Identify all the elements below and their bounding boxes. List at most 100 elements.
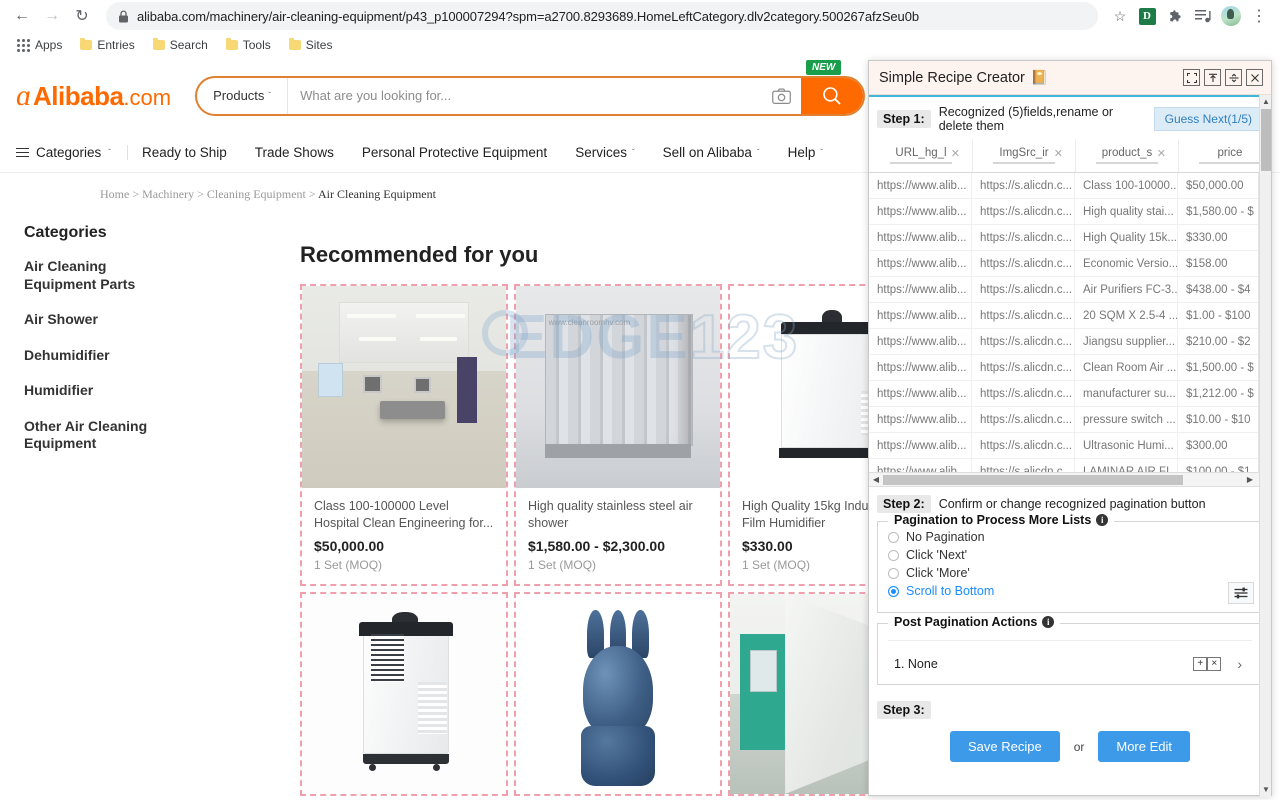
- playlist-icon[interactable]: [1190, 3, 1216, 29]
- table-row[interactable]: https://www.alib... https://s.alicdn.c...…: [869, 225, 1271, 251]
- remove-box-icon[interactable]: ×: [1207, 656, 1222, 671]
- delete-field-icon[interactable]: ✕: [951, 147, 960, 160]
- scroll-left-arrow-icon[interactable]: ◀: [869, 473, 883, 487]
- bookmark-apps[interactable]: Apps: [10, 35, 69, 55]
- breadcrumb-item-machinery[interactable]: Machinery: [142, 187, 194, 201]
- field-name-input-imgsrc[interactable]: [993, 147, 1055, 164]
- extension-d-icon[interactable]: D: [1134, 3, 1160, 29]
- pagination-option-no-pagination[interactable]: No Pagination: [888, 528, 1252, 546]
- field-name-input-price[interactable]: [1199, 147, 1261, 164]
- table-row[interactable]: https://www.alib... https://s.alicdn.c...…: [869, 459, 1271, 472]
- product-moq-label: (MOQ): [773, 558, 811, 572]
- sidebar-item-other-air-cleaning-equipment[interactable]: Other Air Cleaning Equipment: [24, 418, 174, 453]
- product-card[interactable]: www.cleanroomhv.com High quality stainle…: [514, 284, 722, 586]
- field-name-input-url[interactable]: [890, 147, 952, 164]
- split-resize-icon[interactable]: [1225, 69, 1242, 86]
- recognized-data-table[interactable]: https://www.alib... https://s.alicdn.c...…: [869, 173, 1271, 473]
- table-row[interactable]: https://www.alib... https://s.alicdn.c...…: [869, 355, 1271, 381]
- field-column-price[interactable]: [1179, 139, 1271, 172]
- scroll-down-arrow-icon[interactable]: ▼: [1260, 783, 1272, 797]
- post-actions-legend: Post Pagination Actions i: [888, 615, 1061, 629]
- table-row[interactable]: https://www.alib... https://s.alicdn.c...…: [869, 303, 1271, 329]
- bookmark-search[interactable]: Search: [146, 35, 215, 55]
- nav-item-services[interactable]: Services ˇ: [561, 145, 648, 160]
- field-name-input-product[interactable]: [1096, 147, 1158, 164]
- breadcrumb-item-home[interactable]: Home: [100, 187, 129, 201]
- bookmark-tools[interactable]: Tools: [219, 35, 278, 55]
- table-row[interactable]: https://www.alib... https://s.alicdn.c...…: [869, 199, 1271, 225]
- table-cell: High quality stai...: [1075, 199, 1178, 224]
- table-row[interactable]: https://www.alib... https://s.alicdn.c...…: [869, 329, 1271, 355]
- product-card[interactable]: [300, 592, 508, 796]
- product-card[interactable]: Class 100-100000 Level Hospital Clean En…: [300, 284, 508, 586]
- field-column-url[interactable]: ✕: [870, 139, 973, 172]
- close-icon[interactable]: [1246, 69, 1263, 86]
- pagination-option-click-next[interactable]: Click 'Next': [888, 546, 1252, 564]
- nav-item-ppe[interactable]: Personal Protective Equipment: [348, 145, 561, 160]
- info-icon[interactable]: i: [1042, 616, 1055, 628]
- table-horizontal-scrollbar[interactable]: ◀ ▶: [869, 473, 1271, 487]
- chevron-right-icon[interactable]: ›: [1237, 656, 1242, 672]
- camera-search-icon[interactable]: [761, 78, 801, 114]
- more-edit-button[interactable]: More Edit: [1098, 731, 1191, 762]
- sidebar-item-humidifier[interactable]: Humidifier: [24, 382, 174, 400]
- nav-item-trade-shows[interactable]: Trade Shows: [241, 145, 348, 160]
- table-row[interactable]: https://www.alib... https://s.alicdn.c...…: [869, 433, 1271, 459]
- info-icon[interactable]: i: [1096, 514, 1109, 526]
- search-button[interactable]: [801, 77, 864, 114]
- table-row[interactable]: https://www.alib... https://s.alicdn.c...…: [869, 407, 1271, 433]
- bookmark-entries[interactable]: Entries: [73, 35, 141, 55]
- nav-item-help[interactable]: Help ˇ: [774, 145, 837, 160]
- breadcrumb-item-cleaning-equipment[interactable]: Cleaning Equipment: [207, 187, 306, 201]
- pagination-option-scroll-to-bottom[interactable]: Scroll to Bottom: [888, 582, 1252, 600]
- pin-top-icon[interactable]: [1204, 69, 1221, 86]
- back-arrow-icon[interactable]: ←: [8, 2, 36, 30]
- table-row[interactable]: https://www.alib... https://s.alicdn.c...…: [869, 277, 1271, 303]
- table-cell: https://s.alicdn.c...: [972, 173, 1075, 198]
- delete-field-icon[interactable]: ✕: [1157, 147, 1166, 160]
- table-row[interactable]: https://www.alib... https://s.alicdn.c...…: [869, 173, 1271, 199]
- reload-icon[interactable]: ↻: [68, 2, 96, 30]
- table-row[interactable]: https://www.alib... https://s.alicdn.c...…: [869, 381, 1271, 407]
- scroll-thumb[interactable]: [883, 475, 1183, 485]
- sidebar-item-dehumidifier[interactable]: Dehumidifier: [24, 347, 174, 365]
- radio-icon: [888, 567, 899, 579]
- sidebar-item-air-shower[interactable]: Air Shower: [24, 311, 174, 329]
- search-category-dropdown[interactable]: Products ˇ: [197, 77, 289, 114]
- sidebar-item-air-cleaning-equipment-parts[interactable]: Air Cleaning Equipment Parts: [24, 258, 174, 293]
- address-bar[interactable]: alibaba.com/machinery/air-cleaning-equip…: [106, 2, 1098, 30]
- profile-avatar-icon[interactable]: [1218, 3, 1244, 29]
- scroll-right-arrow-icon[interactable]: ▶: [1243, 473, 1257, 487]
- pagination-option-click-more[interactable]: Click 'More': [888, 564, 1252, 582]
- expand-icon[interactable]: [1183, 69, 1200, 86]
- product-card[interactable]: [514, 592, 722, 796]
- field-column-imgsrc[interactable]: ✕: [973, 139, 1076, 172]
- search-input[interactable]: [288, 77, 762, 114]
- scroll-thumb[interactable]: [1261, 109, 1271, 171]
- panel-title: Simple Recipe Creator 📔: [879, 69, 1179, 86]
- guess-next-button[interactable]: Guess Next(1/5): [1153, 107, 1263, 131]
- step1-row: Step 1: Recognized (5)fields,rename or d…: [869, 97, 1271, 139]
- nav-item-ready-to-ship[interactable]: Ready to Ship: [128, 145, 241, 160]
- extensions-puzzle-icon[interactable]: [1162, 3, 1188, 29]
- pagination-settings-button[interactable]: [1228, 582, 1254, 604]
- delete-field-icon[interactable]: ✕: [1054, 147, 1063, 160]
- folder-icon: [288, 38, 301, 50]
- post-action-item[interactable]: 1. None + × ›: [888, 640, 1252, 686]
- save-recipe-button[interactable]: Save Recipe: [949, 731, 1060, 762]
- scroll-up-arrow-icon[interactable]: ▲: [1260, 95, 1272, 109]
- sidebar-title: Categories: [24, 224, 107, 241]
- three-dot-menu-icon[interactable]: ⋮: [1246, 3, 1272, 29]
- panel-vertical-scrollbar[interactable]: ▲ ▼: [1259, 95, 1271, 797]
- breadcrumb-current: Air Cleaning Equipment: [317, 187, 436, 201]
- forward-arrow-icon[interactable]: →: [38, 2, 66, 30]
- bookmark-sites[interactable]: Sites: [282, 35, 340, 55]
- nav-categories-button[interactable]: Categories ˇ: [16, 145, 128, 160]
- table-row[interactable]: https://www.alib... https://s.alicdn.c...…: [869, 251, 1271, 277]
- search-bar[interactable]: Products ˇ: [195, 75, 866, 116]
- field-column-product[interactable]: ✕: [1076, 139, 1179, 172]
- nav-item-sell-on-alibaba[interactable]: Sell on Alibaba ˇ: [649, 145, 774, 160]
- bookmark-star-icon[interactable]: ☆: [1108, 8, 1132, 25]
- alibaba-logo[interactable]: ɑ Alibaba .com: [16, 79, 171, 113]
- add-box-icon[interactable]: +: [1193, 656, 1208, 671]
